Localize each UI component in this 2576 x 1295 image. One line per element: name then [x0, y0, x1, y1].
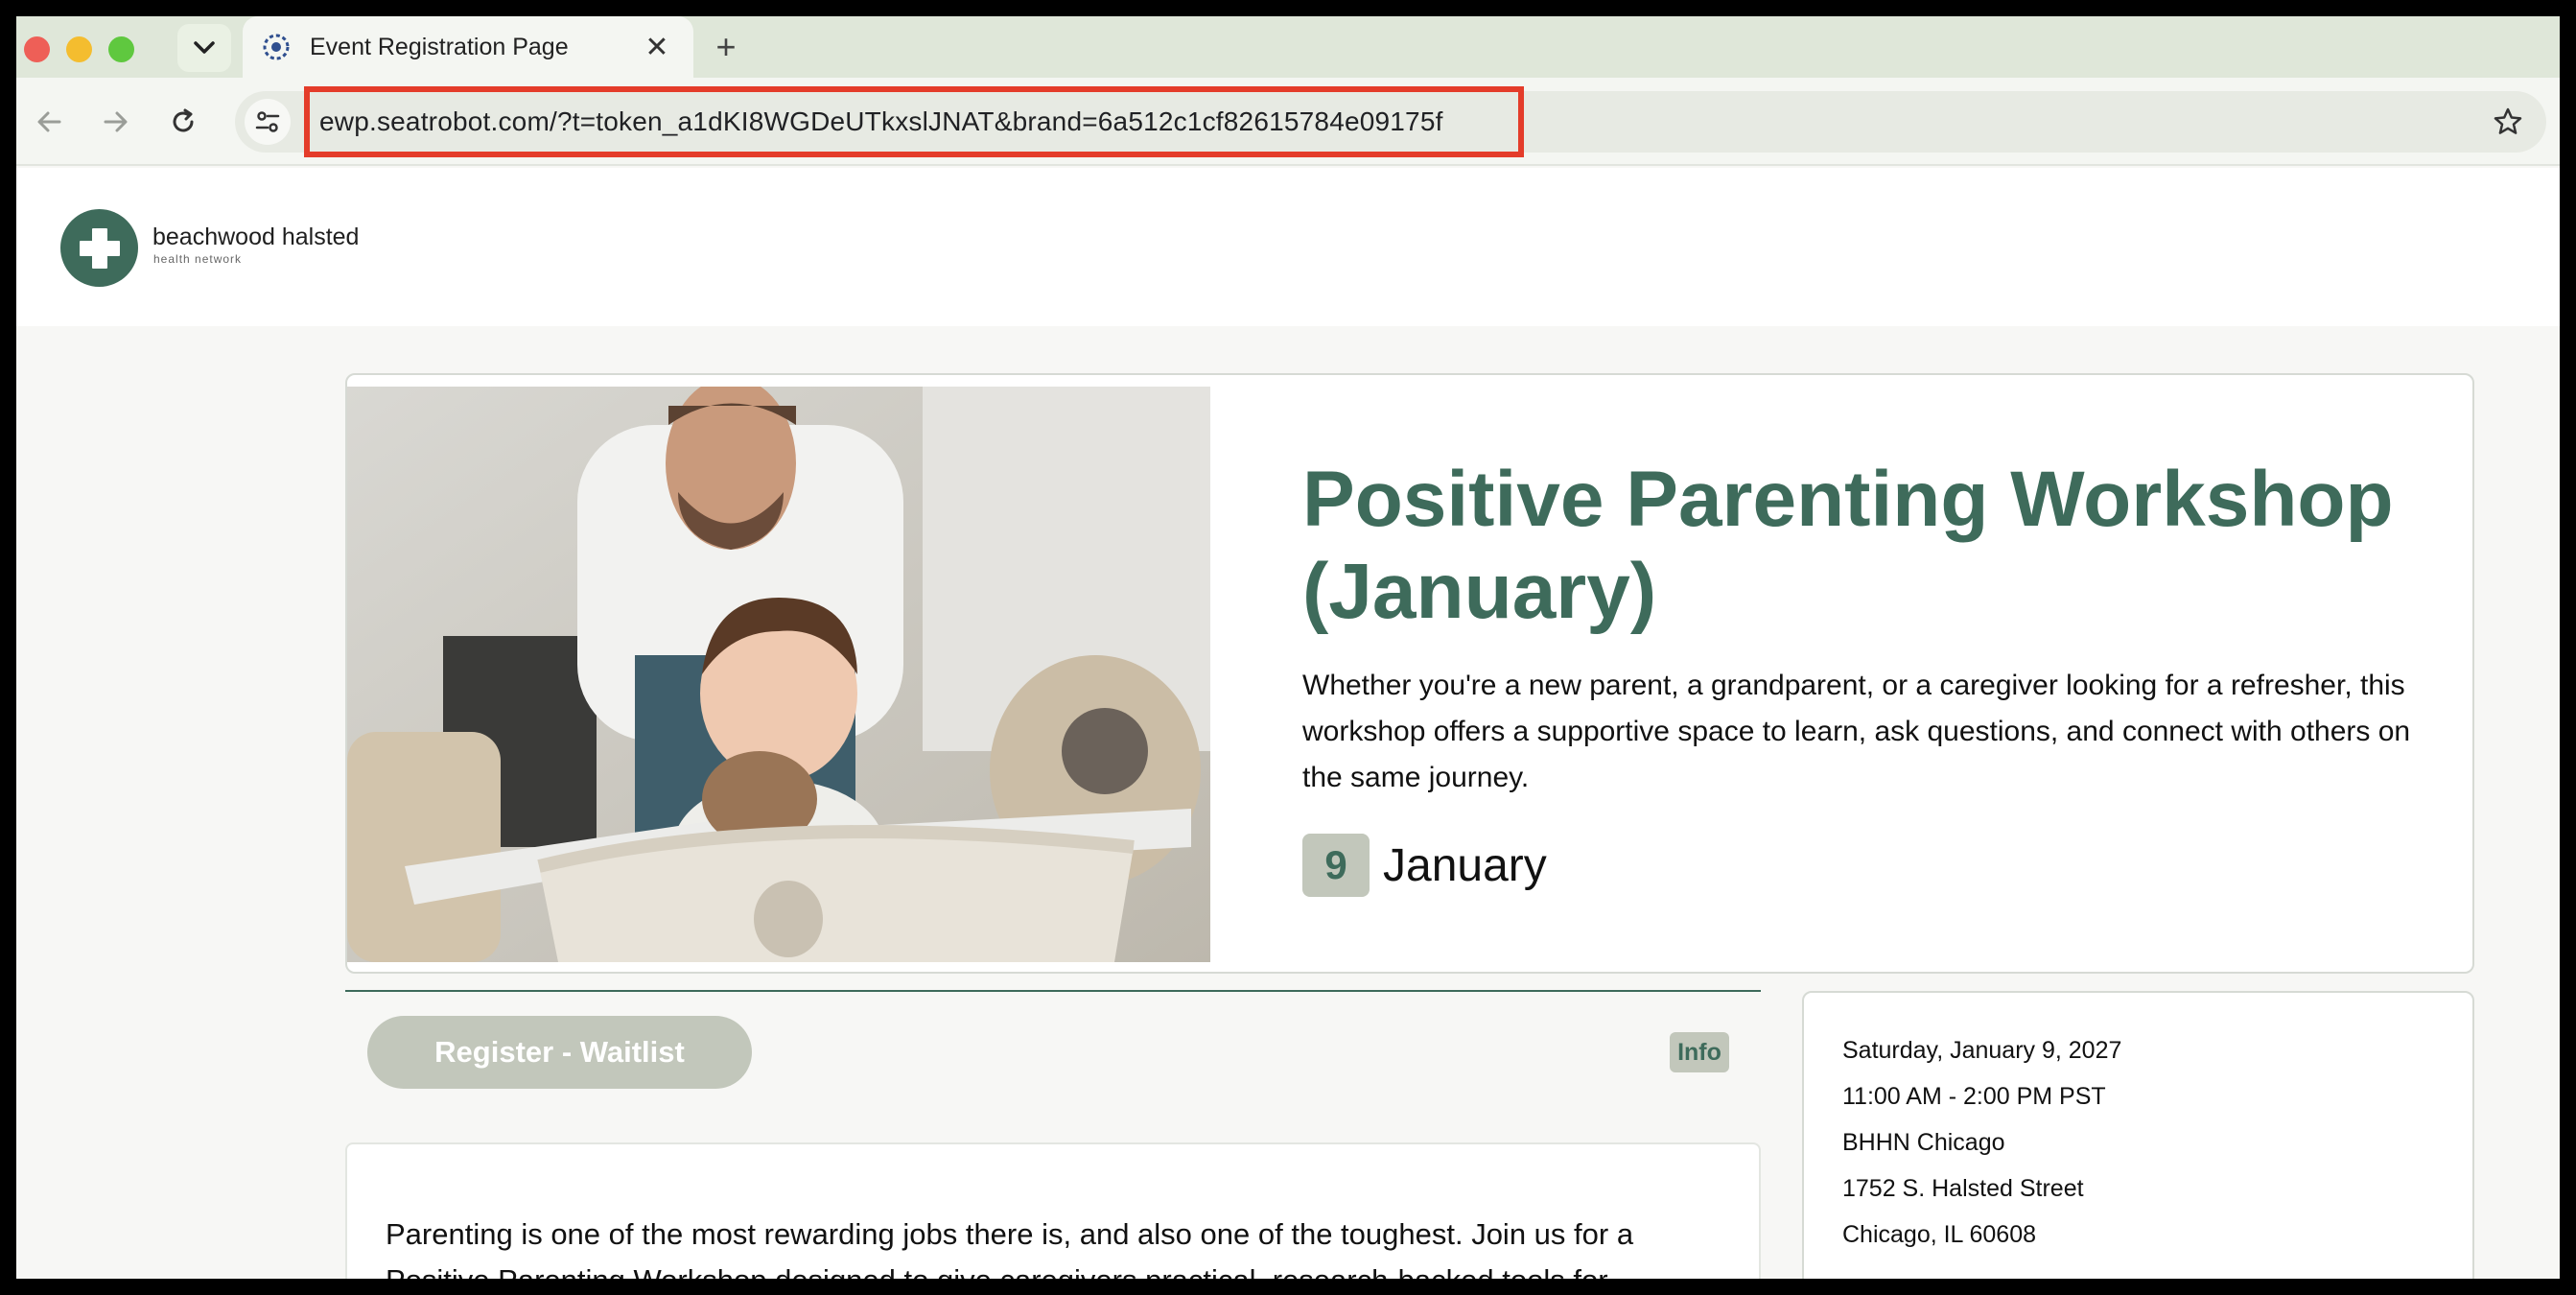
arrow-right-icon	[104, 111, 128, 132]
register-waitlist-button[interactable]: Register - Waitlist	[367, 1016, 752, 1089]
detail-date: Saturday, January 9, 2027	[1842, 1037, 2122, 1064]
favicon-icon	[263, 34, 290, 60]
tab-close-icon[interactable]: ✕	[640, 31, 674, 64]
url-path: /?t=token_a1dKI8WGDeUTkxslJNAT&brand=6a5…	[549, 106, 1443, 136]
logo-subtitle: health network	[153, 252, 243, 266]
browser-toolbar: ewp.seatrobot.com/?t=token_a1dKI8WGDeUTk…	[16, 78, 2560, 166]
forward-button[interactable]	[93, 99, 139, 145]
close-window-button[interactable]	[24, 36, 50, 62]
parent-child-photo	[347, 387, 1210, 962]
site-info-button[interactable]	[245, 99, 291, 145]
tab-event-registration[interactable]: Event Registration Page ✕	[243, 16, 693, 78]
event-photo	[347, 387, 1210, 962]
new-tab-button[interactable]: +	[705, 26, 747, 68]
info-tab[interactable]: Info	[1670, 1032, 1729, 1072]
site-header: beachwood halsted health network	[16, 168, 2560, 326]
chevron-down-icon	[194, 41, 215, 54]
event-hero-card: Positive Parenting Workshop (January) Wh…	[345, 373, 2474, 974]
star-icon	[2494, 107, 2522, 134]
web-page: beachwood halsted health network Positiv…	[16, 168, 2560, 1279]
browser-window: Event Registration Page ✕ + ewp.seatrobo…	[16, 16, 2560, 1279]
event-title: Positive Parenting Workshop (January)	[1302, 456, 2394, 635]
date-day-badge: 9	[1302, 834, 1370, 897]
event-date: 9 January	[1302, 834, 1547, 897]
address-bar[interactable]: ewp.seatrobot.com/?t=token_a1dKI8WGDeUTk…	[235, 86, 2546, 157]
detail-time: 11:00 AM - 2:00 PM PST	[1842, 1083, 2106, 1110]
event-body-text: Parenting is one of the most rewarding j…	[386, 1217, 1634, 1279]
tab-strip: Event Registration Page ✕ +	[16, 16, 2560, 78]
section-divider	[345, 990, 1761, 992]
url-host: ewp.seatrobot.com	[319, 106, 550, 136]
medical-cross-icon	[79, 227, 120, 269]
tune-icon	[255, 111, 280, 132]
event-details-card: Saturday, January 9, 2027 11:00 AM - 2:0…	[1802, 991, 2474, 1279]
logo-mark[interactable]	[60, 209, 138, 287]
event-description: Whether you're a new parent, a grandpare…	[1302, 670, 2411, 793]
detail-city: Chicago, IL 60608	[1842, 1221, 2037, 1248]
url-text: ewp.seatrobot.com/?t=token_a1dKI8WGDeUTk…	[319, 106, 1443, 137]
url-highlight[interactable]: ewp.seatrobot.com/?t=token_a1dKI8WGDeUTk…	[304, 86, 1524, 157]
maximize-window-button[interactable]	[108, 36, 134, 62]
date-month: January	[1383, 839, 1547, 891]
bookmark-button[interactable]	[2489, 103, 2527, 141]
logo-name: beachwood halsted	[152, 224, 360, 250]
minimize-window-button[interactable]	[66, 36, 92, 62]
reload-icon	[173, 108, 194, 132]
detail-venue: BHHN Chicago	[1842, 1129, 2005, 1156]
back-button[interactable]	[26, 99, 72, 145]
tab-search-button[interactable]	[177, 24, 231, 72]
tab-title: Event Registration Page	[310, 33, 569, 60]
arrow-left-icon	[37, 111, 61, 132]
reload-button[interactable]	[160, 99, 206, 145]
detail-street: 1752 S. Halsted Street	[1842, 1175, 2084, 1202]
event-content-card: Parenting is one of the most rewarding j…	[345, 1142, 1761, 1279]
